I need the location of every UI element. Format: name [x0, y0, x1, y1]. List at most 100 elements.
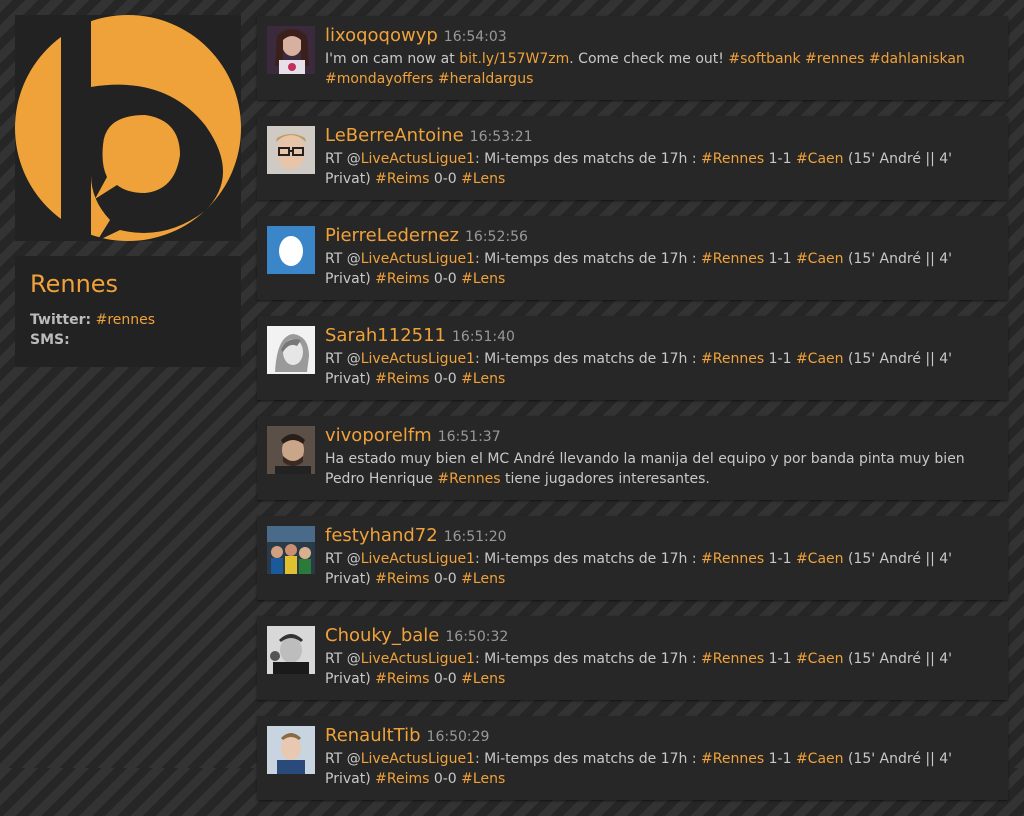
tweet-time: 16:51:40 [452, 329, 515, 345]
mention-link[interactable]: LiveActusLigue1 [361, 351, 475, 367]
tweet-text: RT @LiveActusLigue1: Mi-temps des matchs… [325, 749, 998, 789]
hashtag-link[interactable]: #Rennes [437, 471, 500, 487]
username-link[interactable]: LeBerreAntoine [325, 125, 464, 146]
sms-label: SMS: [30, 332, 70, 348]
hashtag-link[interactable]: #Rennes [701, 151, 764, 167]
sidebar: Rennes Twitter: #rennes SMS: [15, 15, 241, 367]
mention-link[interactable]: LiveActusLigue1 [361, 551, 475, 567]
text-segment: RT @ [325, 551, 361, 567]
text-segment: : Mi-temps des matchs de 17h : [474, 251, 702, 267]
tweet-time: 16:52:56 [465, 229, 528, 245]
username-link[interactable]: PierreLedernez [325, 225, 459, 246]
username-link[interactable]: festyhand72 [325, 525, 438, 546]
hashtag-link[interactable]: #Lens [461, 271, 505, 287]
tweet-header: lixoqoqowyp 16:54:03 [325, 25, 998, 47]
text-segment: RT @ [325, 351, 361, 367]
hashtag-link[interactable]: #Reims [375, 271, 429, 287]
text-segment: 0-0 [429, 571, 462, 587]
hashtag-link[interactable]: #Lens [461, 171, 505, 187]
hashtag-link[interactable]: #Caen [796, 251, 844, 267]
hashtag-link[interactable]: #Rennes [701, 551, 764, 567]
tweet-time: 16:50:32 [445, 629, 509, 645]
hashtag-link[interactable]: #Reims [375, 771, 429, 787]
tweet-header: festyhand72 16:51:20 [325, 525, 998, 547]
text-segment: : Mi-temps des matchs de 17h : [474, 551, 702, 567]
hashtag-link[interactable]: #Reims [375, 671, 429, 687]
url-link[interactable]: bit.ly/157W7zm [459, 51, 569, 67]
twitter-label: Twitter: [30, 312, 92, 328]
tweet-time: 16:51:20 [443, 529, 507, 545]
tweet-body: lixoqoqowyp 16:54:03 I'm on cam now at bi… [325, 25, 998, 89]
username-link[interactable]: vivoporelfm [325, 425, 432, 446]
hashtag-link[interactable]: #Lens [461, 371, 505, 387]
hashtag-link[interactable]: #Lens [461, 671, 505, 687]
tweet-card: vivoporelfm 16:51:37 Ha estado muy bien e… [257, 416, 1008, 500]
hashtag-link[interactable]: #Lens [461, 571, 505, 587]
hashtag-link[interactable]: #Rennes [701, 251, 764, 267]
text-segment: 0-0 [429, 771, 462, 787]
hashtag-link[interactable]: #Caen [796, 551, 844, 567]
tweet-body: LeBerreAntoine 16:53:21 RT @LiveActusLigu… [325, 125, 998, 189]
avatar[interactable] [267, 426, 315, 474]
tweet-text: RT @LiveActusLigue1: Mi-temps des matchs… [325, 349, 998, 389]
tweet-header: LeBerreAntoine 16:53:21 [325, 125, 998, 147]
hashtag-link[interactable]: #Rennes [701, 651, 764, 667]
mention-link[interactable]: LiveActusLigue1 [361, 651, 475, 667]
hashtag-link[interactable]: #softbank [728, 51, 800, 67]
mention-link[interactable]: LiveActusLigue1 [361, 751, 475, 767]
brand-logo [15, 15, 241, 241]
tweet-card: RenaultTib 16:50:29 RT @LiveActusLigue1: … [257, 716, 1008, 800]
username-link[interactable]: lixoqoqowyp [325, 25, 438, 46]
username-link[interactable]: Chouky_bale [325, 625, 439, 646]
tweet-body: Sarah112511 16:51:40 RT @LiveActusLigue1:… [325, 325, 998, 389]
tweet-time: 16:54:03 [443, 29, 507, 45]
avatar[interactable] [267, 526, 315, 574]
hashtag-link[interactable]: #dahlaniskan [869, 51, 965, 67]
username-link[interactable]: RenaultTib [325, 725, 421, 746]
avatar[interactable] [267, 326, 315, 374]
tweet-header: PierreLedernez 16:52:56 [325, 225, 998, 247]
avatar[interactable] [267, 626, 315, 674]
avatar[interactable] [267, 26, 315, 74]
hashtag-link[interactable]: #Caen [796, 351, 844, 367]
mention-link[interactable]: LiveActusLigue1 [361, 251, 475, 267]
tweet-card: lixoqoqowyp 16:54:03 I'm on cam now at bi… [257, 16, 1008, 100]
hashtag-link[interactable]: #mondayoffers [325, 71, 433, 87]
hashtag-link[interactable]: #Lens [461, 771, 505, 787]
location-title: Rennes [30, 270, 119, 298]
hashtag-link[interactable]: #Reims [375, 371, 429, 387]
text-segment: 1-1 [764, 651, 796, 667]
tweet-card: festyhand72 16:51:20 RT @LiveActusLigue1:… [257, 516, 1008, 600]
avatar[interactable] [267, 126, 315, 174]
hashtag-link[interactable]: #Caen [796, 751, 844, 767]
text-segment: RT @ [325, 151, 361, 167]
hashtag-link[interactable]: #Caen [796, 151, 844, 167]
text-segment: 1-1 [764, 251, 796, 267]
tweet-header: vivoporelfm 16:51:37 [325, 425, 998, 447]
tweet-header: RenaultTib 16:50:29 [325, 725, 998, 747]
mention-link[interactable]: LiveActusLigue1 [361, 151, 475, 167]
tweet-text: I'm on cam now at bit.ly/157W7zm. Come c… [325, 49, 998, 89]
text-segment: RT @ [325, 651, 361, 667]
tweet-time: 16:50:29 [426, 729, 490, 745]
tweet-body: PierreLedernez 16:52:56 RT @LiveActusLigu… [325, 225, 998, 289]
twitter-hashtag-link[interactable]: #rennes [96, 312, 155, 328]
text-segment: RT @ [325, 751, 361, 767]
hashtag-link[interactable]: #heraldargus [438, 71, 533, 87]
hashtag-link[interactable]: #Reims [375, 571, 429, 587]
tweet-card: Sarah112511 16:51:40 RT @LiveActusLigue1:… [257, 316, 1008, 400]
sms-line: SMS: [30, 330, 226, 350]
text-segment: 0-0 [429, 371, 462, 387]
hashtag-link[interactable]: #Rennes [701, 751, 764, 767]
avatar[interactable] [267, 226, 315, 274]
username-link[interactable]: Sarah112511 [325, 325, 446, 346]
tweet-text: Ha estado muy bien el MC André llevando … [325, 449, 998, 489]
hashtag-link[interactable]: #Rennes [701, 351, 764, 367]
avatar[interactable] [267, 726, 315, 774]
tweet-time: 16:51:37 [437, 429, 501, 445]
hashtag-link[interactable]: #rennes [805, 51, 864, 67]
hashtag-link[interactable]: #Caen [796, 651, 844, 667]
hashtag-link[interactable]: #Reims [375, 171, 429, 187]
twitter-line: Twitter: #rennes [30, 310, 226, 330]
tweet-text: RT @LiveActusLigue1: Mi-temps des matchs… [325, 649, 998, 689]
